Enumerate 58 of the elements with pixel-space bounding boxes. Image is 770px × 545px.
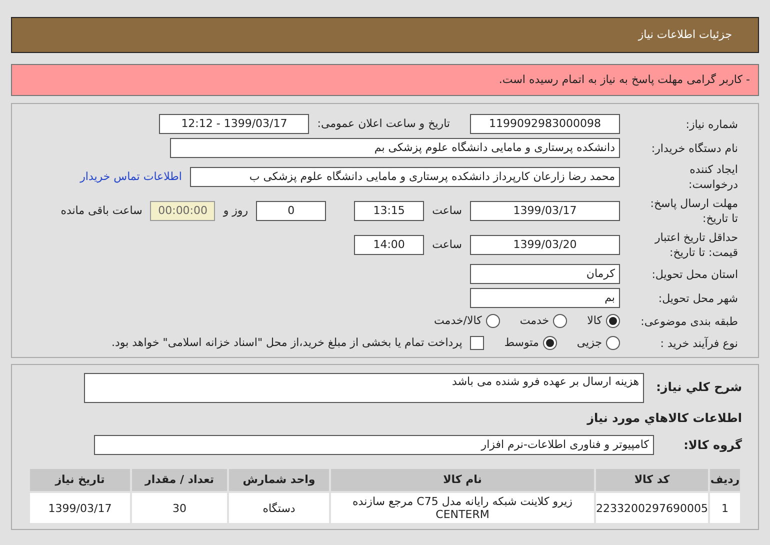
field-label: ساعت: [432, 202, 462, 219]
radio-label: جزیی: [576, 334, 602, 351]
field-label: استان محل تحویل:: [650, 266, 738, 282]
province-field: کرمان: [470, 264, 620, 284]
field-label: نام دستگاه خریدار:: [650, 140, 738, 156]
column-header: تاریخ نیاز: [30, 469, 130, 491]
validity-time-field: 14:00: [354, 235, 424, 255]
column-header: ردیف: [710, 469, 740, 491]
checkbox-label: پرداخت تمام یا بخشی از مبلغ خرید،از محل "اسناد خزانه اسلامی" خواهد بود.: [112, 334, 462, 351]
validity-date-field: 1399/03/20: [470, 235, 620, 255]
radio-label: کالا/خدمت: [434, 312, 482, 329]
requester-field: محمد رضا زارعان کارپرداز دانشکده پرستاری و مامایی دانشگاه علوم پزشکی ب: [190, 167, 620, 187]
remaining-time-field: 00:00:00: [150, 201, 216, 221]
section-title: اطلاعات کالاهاي مورد نياز: [586, 410, 742, 427]
column-header: نام کالا: [331, 469, 594, 491]
radio-button[interactable]: [486, 314, 500, 328]
table-cell: 30: [132, 493, 227, 523]
radio-label: کالا: [587, 312, 602, 329]
checkbox[interactable]: [470, 336, 484, 350]
field-label: ایجاد کننده درخواست:: [688, 162, 738, 192]
radio-button[interactable]: [553, 314, 568, 328]
page-header: جزئیات اطلاعات نیاز: [11, 17, 759, 53]
field-label: شماره نیاز:: [684, 116, 738, 132]
deadline-date-field: 1399/03/17: [470, 201, 620, 221]
goods-group-field: کامپیوتر و فناوری اطلاعات-نرم افزار: [94, 435, 654, 455]
field-label: نوع فرآیند خرید :: [659, 336, 738, 350]
field-label: ساعت: [432, 236, 462, 253]
radio-button[interactable]: [606, 336, 620, 350]
field-label: تاریخ و ساعت اعلان عمومی:: [317, 116, 450, 132]
field-label: روز و: [223, 202, 248, 219]
column-header: واحد شمارش: [229, 469, 329, 491]
table-cell: 2233200297690005: [596, 493, 708, 523]
column-header: تعداد / مقدار: [132, 469, 227, 491]
field-label: حداقل تاریخ اعتبار قیمت: تا تاریخ:: [654, 230, 738, 260]
days-field: 0: [256, 201, 326, 221]
field-label: طبقه بندی موضوعی:: [640, 314, 738, 328]
need-number-field: 1199092983000098: [470, 114, 620, 134]
field-label: گروه کالا:: [682, 437, 742, 454]
description-field: هزینه ارسال بر عهده فرو شنده می باشد: [84, 373, 644, 403]
announce-date-field: 1399/03/17 - 12:12: [159, 114, 310, 134]
radio-button[interactable]: [606, 314, 620, 328]
field-label: ساعت باقی مانده: [60, 202, 142, 219]
radio-label: خدمت: [520, 312, 550, 329]
field-label: شهر محل تحویل:: [657, 290, 738, 306]
table-cell: 1: [710, 493, 740, 523]
city-field: بم: [470, 288, 620, 308]
field-label: شرح کلي نياز:: [655, 379, 742, 396]
radio-label: متوسط: [504, 334, 539, 351]
field-label: مهلت ارسال پاسخ: تا تاریخ:: [649, 196, 738, 226]
radio-button[interactable]: [542, 336, 557, 350]
deadline-time-field: 13:15: [354, 201, 424, 221]
table-cell: دستگاه: [229, 493, 329, 523]
table-cell: 1399/03/17: [30, 493, 130, 523]
alert-message: - کاربر گرامی مهلت پاسخ به نیاز به اتمام رسیده است.: [11, 64, 759, 96]
buyer-org-field: دانشکده پرستاری و مامایی دانشگاه علوم پزشکی بم: [170, 138, 620, 158]
buyer-contact-link[interactable]: اطلاعات تماس خریدار: [80, 168, 182, 186]
column-header: کد کالا: [596, 469, 708, 491]
table-cell: زیرو کلاینت شبکه رایانه مدل C75 مرجع سازنده CENTERM: [331, 493, 594, 523]
